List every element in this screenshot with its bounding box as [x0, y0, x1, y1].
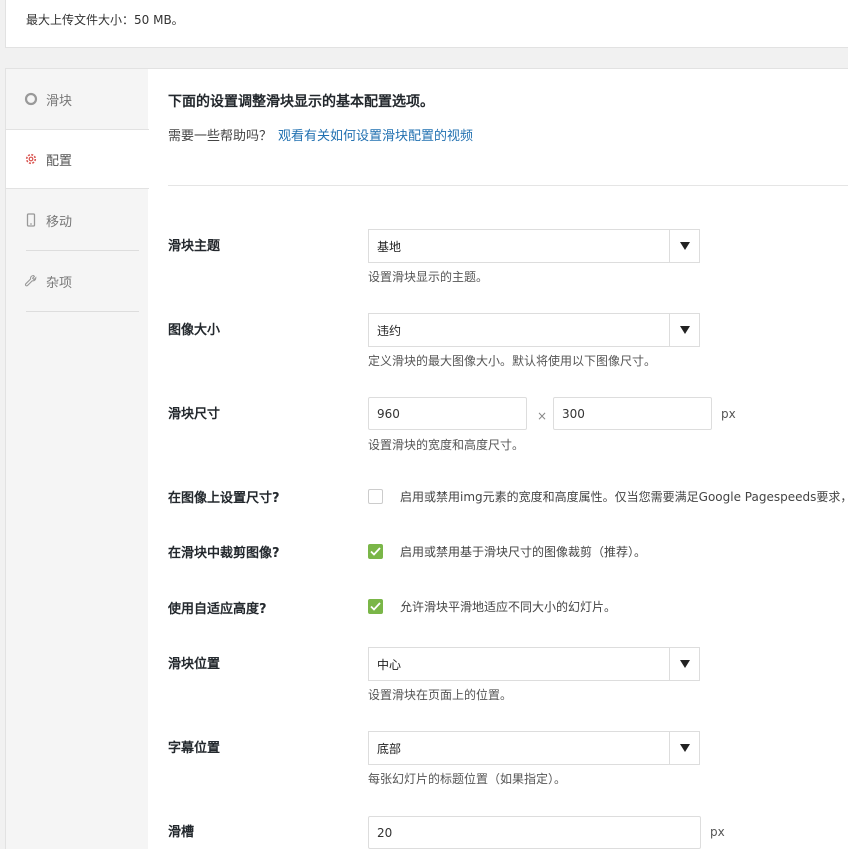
times-sign: × [537, 409, 548, 423]
gutter-input[interactable]: 20 [368, 816, 701, 849]
crop-text: 启用或禁用基于滑块尺寸的图像裁剪（推荐）。 [400, 545, 647, 559]
slider-width-input[interactable]: 960 [368, 397, 527, 430]
crop-label: 在滑块中裁剪图像? [168, 546, 280, 561]
dropdown-arrow-icon [669, 648, 699, 680]
adaptive-checkbox[interactable] [368, 599, 383, 614]
sidebar-item-mobile[interactable]: 移动 [6, 190, 148, 250]
mobile-icon [24, 213, 38, 227]
sidebar-divider [26, 311, 139, 312]
position-label: 滑块位置 [168, 657, 221, 672]
caption-value: 底部 [377, 741, 402, 756]
max-upload-text: 最大上传文件大小：50 MB。 [26, 13, 184, 27]
slider-size-label: 滑块尺寸 [168, 407, 221, 422]
checkmark-icon [370, 547, 381, 556]
settings-content: 下面的设置调整滑块显示的基本配置选项。 需要一些帮助吗？ 观看有关如何设置滑块配置… [148, 69, 848, 849]
position-desc: 设置滑块在页面上的位置。 [368, 688, 513, 702]
sidebar-item-label: 滑块 [46, 93, 73, 109]
sidebar-item-label: 杂项 [46, 275, 73, 291]
caption-desc: 每张幻灯片的标题位置（如果指定）。 [368, 772, 567, 786]
caption-select[interactable]: 底部 [368, 731, 700, 765]
image-size-desc: 定义滑块的最大图像大小。默认将使用以下图像尺寸。 [368, 354, 657, 368]
set-dims-text: 启用或禁用img元素的宽度和高度属性。仅当您需要满足Google Pagespe… [400, 490, 848, 504]
settings-sidebar: 滑块 配置 移动 杂项 [6, 69, 149, 849]
page-title: 下面的设置调整滑块显示的基本配置选项。 [168, 94, 434, 110]
theme-label: 滑块主题 [168, 239, 221, 254]
settings-panel: 滑块 配置 移动 杂项 下面的设置调整滑块显示的基本配置选项。 需要一些帮助吗？… [5, 68, 848, 849]
divider [168, 185, 848, 186]
sidebar-item-label: 配置 [46, 153, 73, 169]
help-line: 需要一些帮助吗？ 观看有关如何设置滑块配置的视频 [168, 125, 473, 144]
slider-size-unit: px [721, 407, 736, 421]
gutter-label: 滑槽 [168, 825, 195, 840]
gear-icon [24, 152, 38, 166]
adaptive-label: 使用自适应高度? [168, 602, 267, 617]
sidebar-item-slider[interactable]: 滑块 [6, 69, 148, 129]
position-value: 中心 [377, 657, 402, 672]
checkmark-icon [370, 602, 381, 611]
slider-height-input[interactable]: 300 [553, 397, 712, 430]
set-dims-label: 在图像上设置尺寸? [168, 491, 280, 506]
caption-label: 字幕位置 [168, 741, 221, 756]
adaptive-text: 允许滑块平滑地适应不同大小的幻灯片。 [400, 600, 617, 614]
slider-size-desc: 设置滑块的宽度和高度尺寸。 [368, 438, 525, 452]
sidebar-item-misc[interactable]: 杂项 [6, 251, 148, 311]
image-size-value: 违约 [377, 323, 402, 338]
dropdown-arrow-icon [669, 230, 699, 262]
help-video-link[interactable]: 观看有关如何设置滑块配置的视频 [278, 129, 473, 144]
crop-checkbox[interactable] [368, 544, 383, 559]
dropdown-arrow-icon [669, 314, 699, 346]
theme-value: 基地 [377, 239, 402, 254]
image-size-label: 图像大小 [168, 323, 221, 338]
sidebar-item-label: 移动 [46, 214, 73, 230]
wrench-icon [24, 274, 38, 288]
theme-desc: 设置滑块显示的主题。 [368, 270, 489, 284]
dropdown-arrow-icon [669, 732, 699, 764]
set-dims-checkbox[interactable] [368, 489, 383, 504]
help-text: 需要一些帮助吗？ [168, 129, 273, 144]
gutter-unit: px [710, 825, 725, 839]
image-size-select[interactable]: 违约 [368, 313, 700, 347]
position-select[interactable]: 中心 [368, 647, 700, 681]
upload-info-box: 最大上传文件大小：50 MB。 [5, 0, 848, 48]
sidebar-item-config[interactable]: 配置 [6, 129, 149, 189]
circle-icon [24, 92, 38, 106]
theme-select[interactable]: 基地 [368, 229, 700, 263]
